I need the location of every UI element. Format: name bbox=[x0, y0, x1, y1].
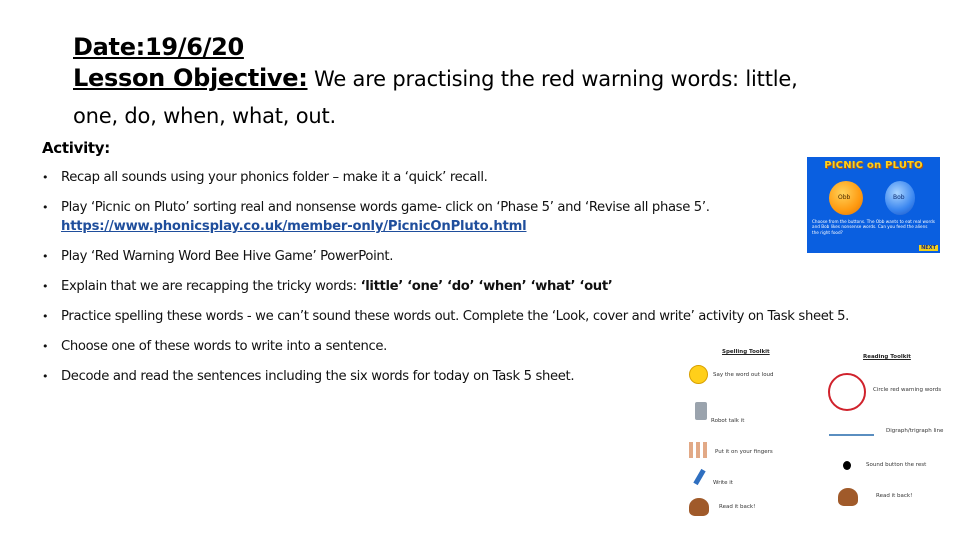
bullet-icon: • bbox=[42, 171, 49, 184]
spelling-step: Say the word out loud bbox=[713, 372, 774, 378]
objective-line: Lesson Objective: We are practising the … bbox=[73, 64, 893, 95]
red-circle-icon bbox=[828, 373, 866, 411]
activity-text: Recap all sounds using your phonics fold… bbox=[61, 170, 488, 185]
reading-step: Read it back! bbox=[876, 493, 913, 499]
list-item: • Explain that we are recapping the tric… bbox=[42, 277, 812, 296]
alien-left-name: Obb bbox=[838, 194, 851, 201]
reading-step: Sound button the rest bbox=[866, 462, 927, 468]
spelling-toolkit-title: Spelling Toolkit bbox=[722, 349, 770, 355]
activity-title: Activity: bbox=[42, 139, 110, 157]
alien-right-name: Bob bbox=[893, 194, 905, 201]
tricky-words: ‘little’ ‘one’ ‘do’ ‘when’ ‘what’ ‘out’ bbox=[360, 279, 613, 294]
toolkits-image: Spelling Toolkit Say the word out loud R… bbox=[683, 345, 945, 530]
date-line: Date:19/6/20 bbox=[73, 33, 893, 64]
reading-toolkit-title: Reading Toolkit bbox=[863, 354, 911, 360]
picnic-next-label: NEXT bbox=[919, 245, 938, 251]
activity-text: Decode and read the sentences including … bbox=[61, 369, 575, 384]
picnic-description: Choose from the buttons. The Obb wants t… bbox=[812, 219, 935, 235]
bullet-icon: • bbox=[42, 340, 49, 353]
bullet-icon: • bbox=[42, 310, 49, 323]
list-item: • Play ‘Picnic on Pluto’ sorting real an… bbox=[42, 198, 871, 236]
smiley-icon bbox=[689, 365, 708, 384]
spelling-step: Put it on your fingers bbox=[715, 449, 773, 455]
owl-reading-icon bbox=[689, 498, 709, 516]
objective-text-continued: one, do, when, what, out. bbox=[73, 104, 337, 128]
list-item: • Recap all sounds using your phonics fo… bbox=[42, 168, 812, 187]
list-item: • Play ‘Red Warning Word Bee Hive Game’ … bbox=[42, 247, 812, 266]
objective-text: We are practising the red warning words:… bbox=[307, 67, 798, 91]
activity-text: Explain that we are recapping the tricky… bbox=[61, 279, 361, 294]
reading-step: Circle red warning words bbox=[873, 387, 942, 393]
spelling-step: Robot talk it bbox=[711, 418, 745, 424]
date-label: Date:19/6/20 bbox=[73, 33, 244, 61]
bullet-icon: • bbox=[42, 250, 49, 263]
list-item: • Practice spelling these words - we can… bbox=[42, 307, 871, 326]
objective-label: Lesson Objective: bbox=[73, 64, 308, 92]
bullet-icon: • bbox=[42, 201, 49, 214]
picnic-on-pluto-image: PICNIC on PLUTO Obb Bob Choose from the … bbox=[807, 157, 940, 253]
fingers-icon bbox=[689, 442, 709, 458]
bullet-icon: • bbox=[42, 370, 49, 383]
blue-line-icon bbox=[829, 434, 874, 436]
activity-text: Play ‘Picnic on Pluto’ sorting real and … bbox=[61, 200, 710, 215]
lesson-heading: Date:19/6/20 Lesson Objective: We are pr… bbox=[73, 33, 893, 130]
picnic-title: PICNIC on PLUTO bbox=[824, 160, 923, 171]
activity-text: Choose one of these words to write into … bbox=[61, 339, 388, 354]
bullet-icon: • bbox=[42, 280, 49, 293]
robot-icon bbox=[695, 402, 707, 420]
activity-text: Practice spelling these words - we can’t… bbox=[61, 309, 850, 324]
picnic-on-pluto-link[interactable]: https://www.phonicsplay.co.uk/member-onl… bbox=[61, 219, 527, 234]
reading-step: Digraph/trigraph line bbox=[886, 428, 944, 434]
black-dot-icon bbox=[843, 461, 851, 470]
spelling-step: Write it bbox=[713, 480, 733, 486]
activity-text: Play ‘Red Warning Word Bee Hive Game’ Po… bbox=[61, 249, 394, 264]
pencil-icon bbox=[693, 468, 706, 486]
owl-reading-icon bbox=[838, 488, 858, 506]
spelling-step: Read it back! bbox=[719, 504, 756, 510]
